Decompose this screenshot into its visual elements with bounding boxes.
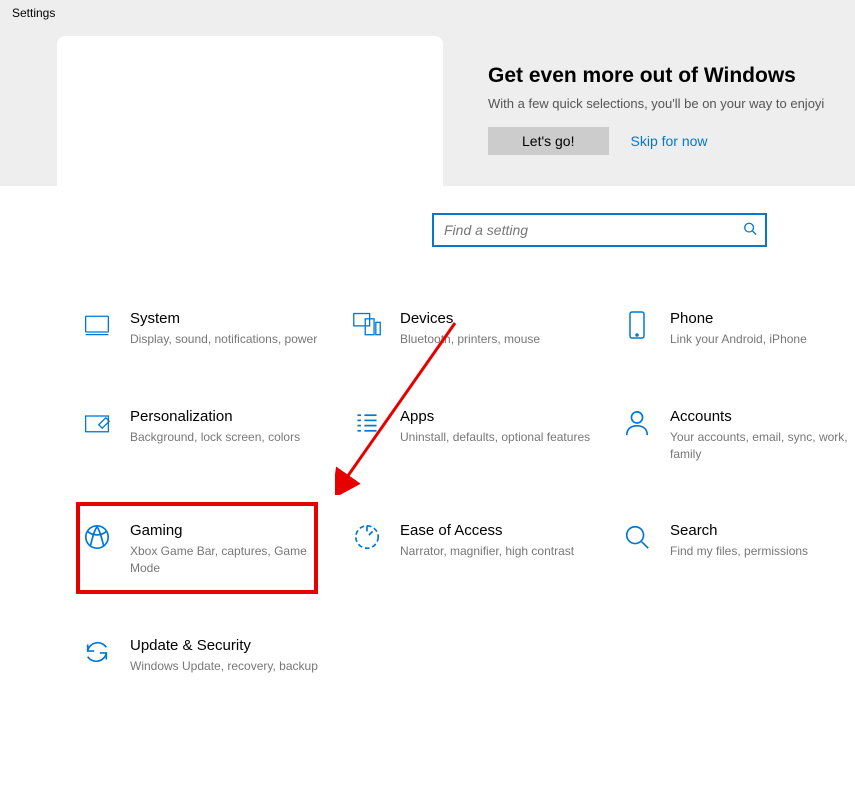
tile-desc: Windows Update, recovery, backup <box>130 658 318 675</box>
tile-search[interactable]: Search Find my files, permissions <box>620 520 855 579</box>
system-icon <box>82 310 112 340</box>
tile-personalization[interactable]: Personalization Background, lock screen,… <box>80 406 350 465</box>
tile-desc: Find my files, permissions <box>670 543 808 560</box>
tile-desc: Link your Android, iPhone <box>670 331 807 348</box>
tile-desc: Uninstall, defaults, optional features <box>400 429 590 446</box>
apps-icon <box>352 408 382 438</box>
tile-phone[interactable]: Phone Link your Android, iPhone <box>620 308 855 350</box>
tile-desc: Bluetooth, printers, mouse <box>400 331 540 348</box>
tile-title: Gaming <box>130 522 328 539</box>
tile-desc: Your accounts, email, sync, work, family <box>670 429 848 463</box>
tile-desc: Narrator, magnifier, high contrast <box>400 543 574 560</box>
tile-title: Update & Security <box>130 637 318 654</box>
devices-icon <box>352 310 382 340</box>
promo-title: Get even more out of Windows <box>488 64 824 88</box>
category-grid: System Display, sound, notifications, po… <box>80 308 855 677</box>
tile-title: Apps <box>400 408 590 425</box>
tile-devices[interactable]: Devices Bluetooth, printers, mouse <box>350 308 620 350</box>
promo-panel: Get even more out of Windows With a few … <box>488 64 824 155</box>
lets-go-button[interactable]: Let's go! <box>488 127 609 155</box>
tile-apps[interactable]: Apps Uninstall, defaults, optional featu… <box>350 406 620 465</box>
tile-accounts[interactable]: Accounts Your accounts, email, sync, wor… <box>620 406 855 465</box>
phone-icon <box>622 310 652 340</box>
tile-system[interactable]: System Display, sound, notifications, po… <box>80 308 350 350</box>
search-icon <box>743 222 757 239</box>
promo-subtitle: With a few quick selections, you'll be o… <box>488 96 824 111</box>
accounts-icon <box>622 408 652 438</box>
tile-title: Devices <box>400 310 540 327</box>
search-category-icon <box>622 522 652 552</box>
tile-title: Search <box>670 522 808 539</box>
search-container <box>432 213 767 247</box>
personalization-icon <box>82 408 112 438</box>
account-card <box>57 36 443 186</box>
window-title: Settings <box>12 6 55 20</box>
tile-title: Personalization <box>130 408 300 425</box>
tile-desc: Background, lock screen, colors <box>130 429 300 446</box>
update-icon <box>82 637 112 667</box>
tile-ease-of-access[interactable]: Ease of Access Narrator, magnifier, high… <box>350 520 620 579</box>
tile-title: Accounts <box>670 408 848 425</box>
gaming-icon <box>82 522 112 552</box>
skip-link[interactable]: Skip for now <box>631 133 708 149</box>
search-input[interactable] <box>432 213 767 247</box>
header-bar: Settings Get even more out of Windows Wi… <box>0 0 855 186</box>
tile-title: Phone <box>670 310 807 327</box>
tile-desc: Xbox Game Bar, captures, Game Mode <box>130 543 328 577</box>
tile-title: System <box>130 310 317 327</box>
tile-title: Ease of Access <box>400 522 574 539</box>
ease-of-access-icon <box>352 522 382 552</box>
tile-desc: Display, sound, notifications, power <box>130 331 317 348</box>
tile-update-security[interactable]: Update & Security Windows Update, recove… <box>80 635 350 677</box>
tile-gaming[interactable]: Gaming Xbox Game Bar, captures, Game Mod… <box>80 520 350 579</box>
